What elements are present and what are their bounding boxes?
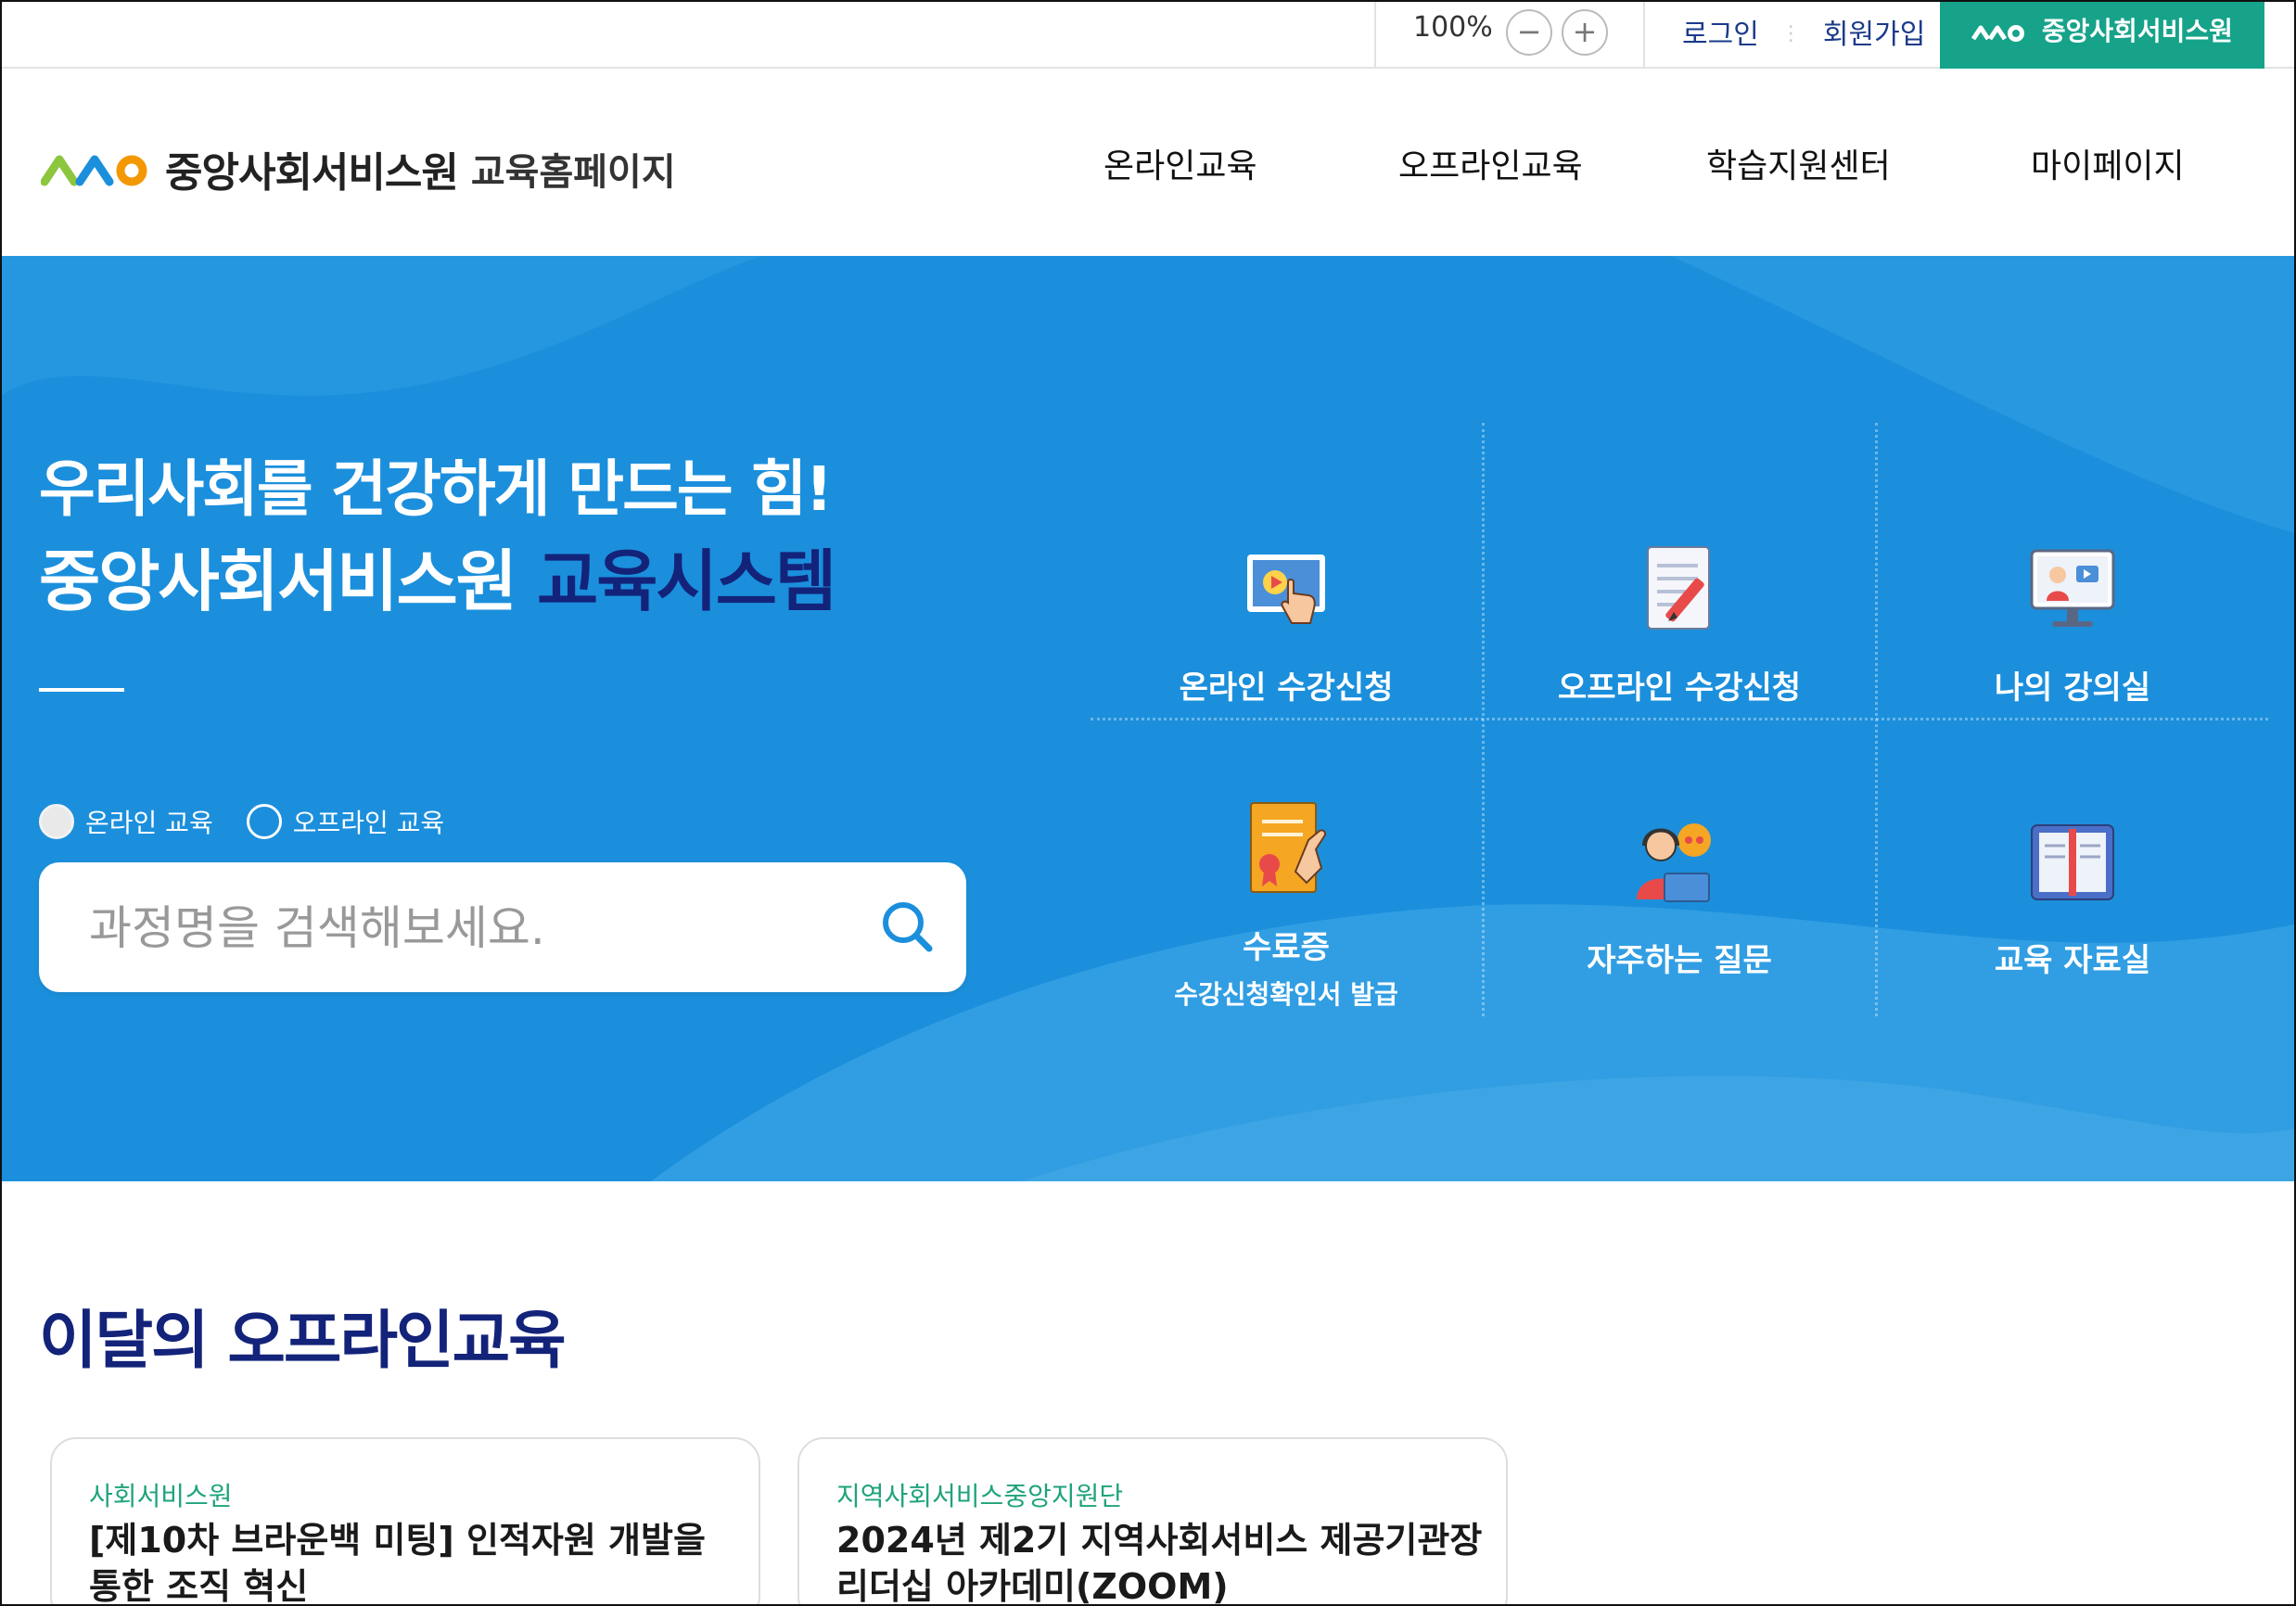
- nav-offline-education[interactable]: 오프라인교육: [1398, 139, 1583, 187]
- radio-online-indicator[interactable]: [39, 804, 74, 839]
- document-pen-icon: [1647, 546, 1710, 630]
- logo-name: 중앙사회서비스원: [165, 149, 459, 197]
- course-card[interactable]: 사회서비스원 [제10차 브라운백 미팅] 인적자원 개발을 통한 조직 혁신: [50, 1437, 760, 1604]
- browser-viewport: 100% − + 로그인 ⋮ 회원가입 중앙사회서비스원 중앙사회서비스원 교육…: [0, 0, 2296, 1606]
- headset-support-icon: [1637, 823, 1711, 902]
- hero-org-name: 중앙사회서비스원: [39, 542, 517, 620]
- zoom-in-button[interactable]: +: [1562, 9, 1608, 56]
- course-search-box: [39, 862, 966, 992]
- auth-links: 로그인 ⋮ 회원가입: [1682, 11, 1925, 57]
- tile-certificate[interactable]: 수료증 수강신청확인서 발급: [1091, 794, 1482, 1012]
- radio-offline-label: 오프라인 교육: [292, 808, 445, 838]
- certificate-icon: [1250, 802, 1327, 893]
- hero-divider: [39, 688, 124, 692]
- site-logo[interactable]: 중앙사회서비스원 교육홈페이지: [41, 139, 676, 198]
- radio-offline[interactable]: 오프라인 교육: [246, 803, 445, 840]
- course-card[interactable]: 지역사회서비스중앙지원단 2024년 제2기 지역사회서비스 제공기관장 리더십…: [797, 1437, 1508, 1604]
- course-category: 지역사회서비스중앙지원단: [836, 1481, 1124, 1511]
- logo-mark-icon: [41, 155, 147, 186]
- hero-highlight: 교육시스템: [537, 542, 836, 620]
- course-title[interactable]: 2024년 제2기 지역사회서비스 제공기관장 리더십 아카데미(ZOOM): [836, 1517, 1486, 1604]
- tile-label: 나의 강의실: [1994, 669, 2151, 707]
- tile-education-resources[interactable]: 교육 자료실: [1877, 807, 2268, 980]
- video-click-icon: [1247, 554, 1325, 624]
- tile-faq[interactable]: 자주하는 질문: [1484, 807, 1875, 980]
- signup-link[interactable]: 회원가입: [1823, 19, 1925, 51]
- divider: ⋮: [1780, 22, 1802, 45]
- nav-mypage[interactable]: 마이페이지: [2031, 139, 2185, 187]
- hero-banner: 우리사회를 건강하게 만드는 힘! 중앙사회서비스원 교육시스템 온라인 교육 …: [2, 256, 2294, 1181]
- radio-online[interactable]: 온라인 교육: [39, 803, 213, 840]
- course-title[interactable]: [제10차 브라운백 미팅] 인적자원 개발을 통한 조직 혁신: [89, 1517, 738, 1604]
- tile-label: 자주하는 질문: [1587, 942, 1772, 979]
- monitor-lecture-icon: [2030, 549, 2115, 627]
- tile-sublabel: 수강신청확인서 발급: [1174, 979, 1398, 1010]
- brand-site-button[interactable]: 중앙사회서비스원: [1940, 2, 2264, 69]
- tile-offline-application[interactable]: 오프라인 수강신청: [1484, 534, 1875, 707]
- course-search-input[interactable]: [89, 896, 831, 961]
- login-link[interactable]: 로그인: [1682, 19, 1759, 51]
- zoom-level: 100%: [1413, 11, 1493, 44]
- tile-label: 온라인 수강신청: [1179, 669, 1394, 707]
- brand-button-label: 중앙사회서비스원: [2041, 16, 2233, 46]
- logo-subtitle: 교육홈페이지: [470, 151, 676, 194]
- nav-learning-support[interactable]: 학습지원센터: [1706, 139, 1891, 187]
- course-category: 사회서비스원: [89, 1481, 233, 1511]
- nav-online-education[interactable]: 온라인교육: [1103, 139, 1257, 187]
- utility-bar: 100% − + 로그인 ⋮ 회원가입 중앙사회서비스원: [2, 2, 2294, 69]
- zoom-control: 100% − +: [1374, 2, 1645, 69]
- radio-offline-indicator[interactable]: [246, 804, 282, 839]
- search-type-radios: 온라인 교육 오프라인 교육: [39, 803, 478, 840]
- grid-divider-h: [1091, 718, 2268, 720]
- radio-online-label: 온라인 교육: [85, 808, 213, 838]
- tile-label: 교육 자료실: [1994, 942, 2151, 979]
- hero-headline: 우리사회를 건강하게 만드는 힘!: [39, 453, 833, 525]
- tile-label: 수료증: [1243, 929, 1330, 966]
- tile-label: 오프라인 수강신청: [1557, 669, 1802, 707]
- tile-online-application[interactable]: 온라인 수강신청: [1091, 534, 1482, 707]
- hero-subheadline: 중앙사회서비스원 교육시스템: [39, 527, 836, 624]
- site-header: 중앙사회서비스원 교육홈페이지 온라인교육 오프라인교육 학습지원센터 마이페이…: [2, 69, 2294, 256]
- tile-my-classroom[interactable]: 나의 강의실: [1877, 534, 2268, 707]
- zoom-out-button[interactable]: −: [1506, 9, 1552, 56]
- quick-menu-grid: 온라인 수강신청 오프라인 수강신청 나의 강의실 수료증 수강신청확인서 발급…: [1091, 423, 2268, 1016]
- open-book-icon: [2031, 824, 2114, 900]
- search-icon[interactable]: [874, 894, 940, 961]
- brand-logo-icon: [1971, 25, 2025, 42]
- section-title: 이달의 오프라인교육: [39, 1305, 567, 1378]
